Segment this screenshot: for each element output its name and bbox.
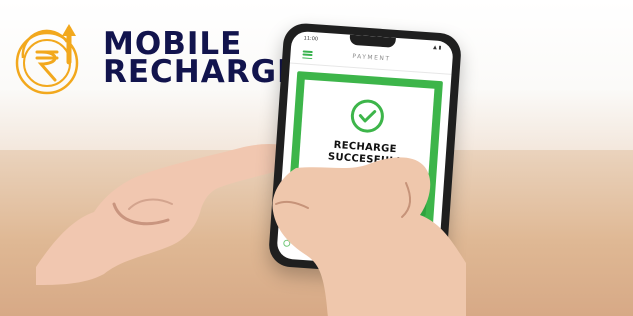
holding-hand-right — [272, 157, 466, 316]
rupee-growth-icon — [15, 24, 79, 95]
success-check-icon — [350, 99, 384, 133]
app-header: PAYMENT — [289, 44, 453, 75]
status-time: 11:00 — [303, 35, 319, 43]
photo-scene: MOBILE RECHARGE 11:00 ▲ ▮ PAYMENT RECHAR… — [0, 0, 633, 316]
status-icons: ▲ ▮ — [432, 44, 442, 52]
brand-title-line2: RECHARGE — [103, 54, 300, 90]
payment-title: PAYMENT — [352, 52, 391, 63]
phone-notch — [349, 34, 396, 48]
